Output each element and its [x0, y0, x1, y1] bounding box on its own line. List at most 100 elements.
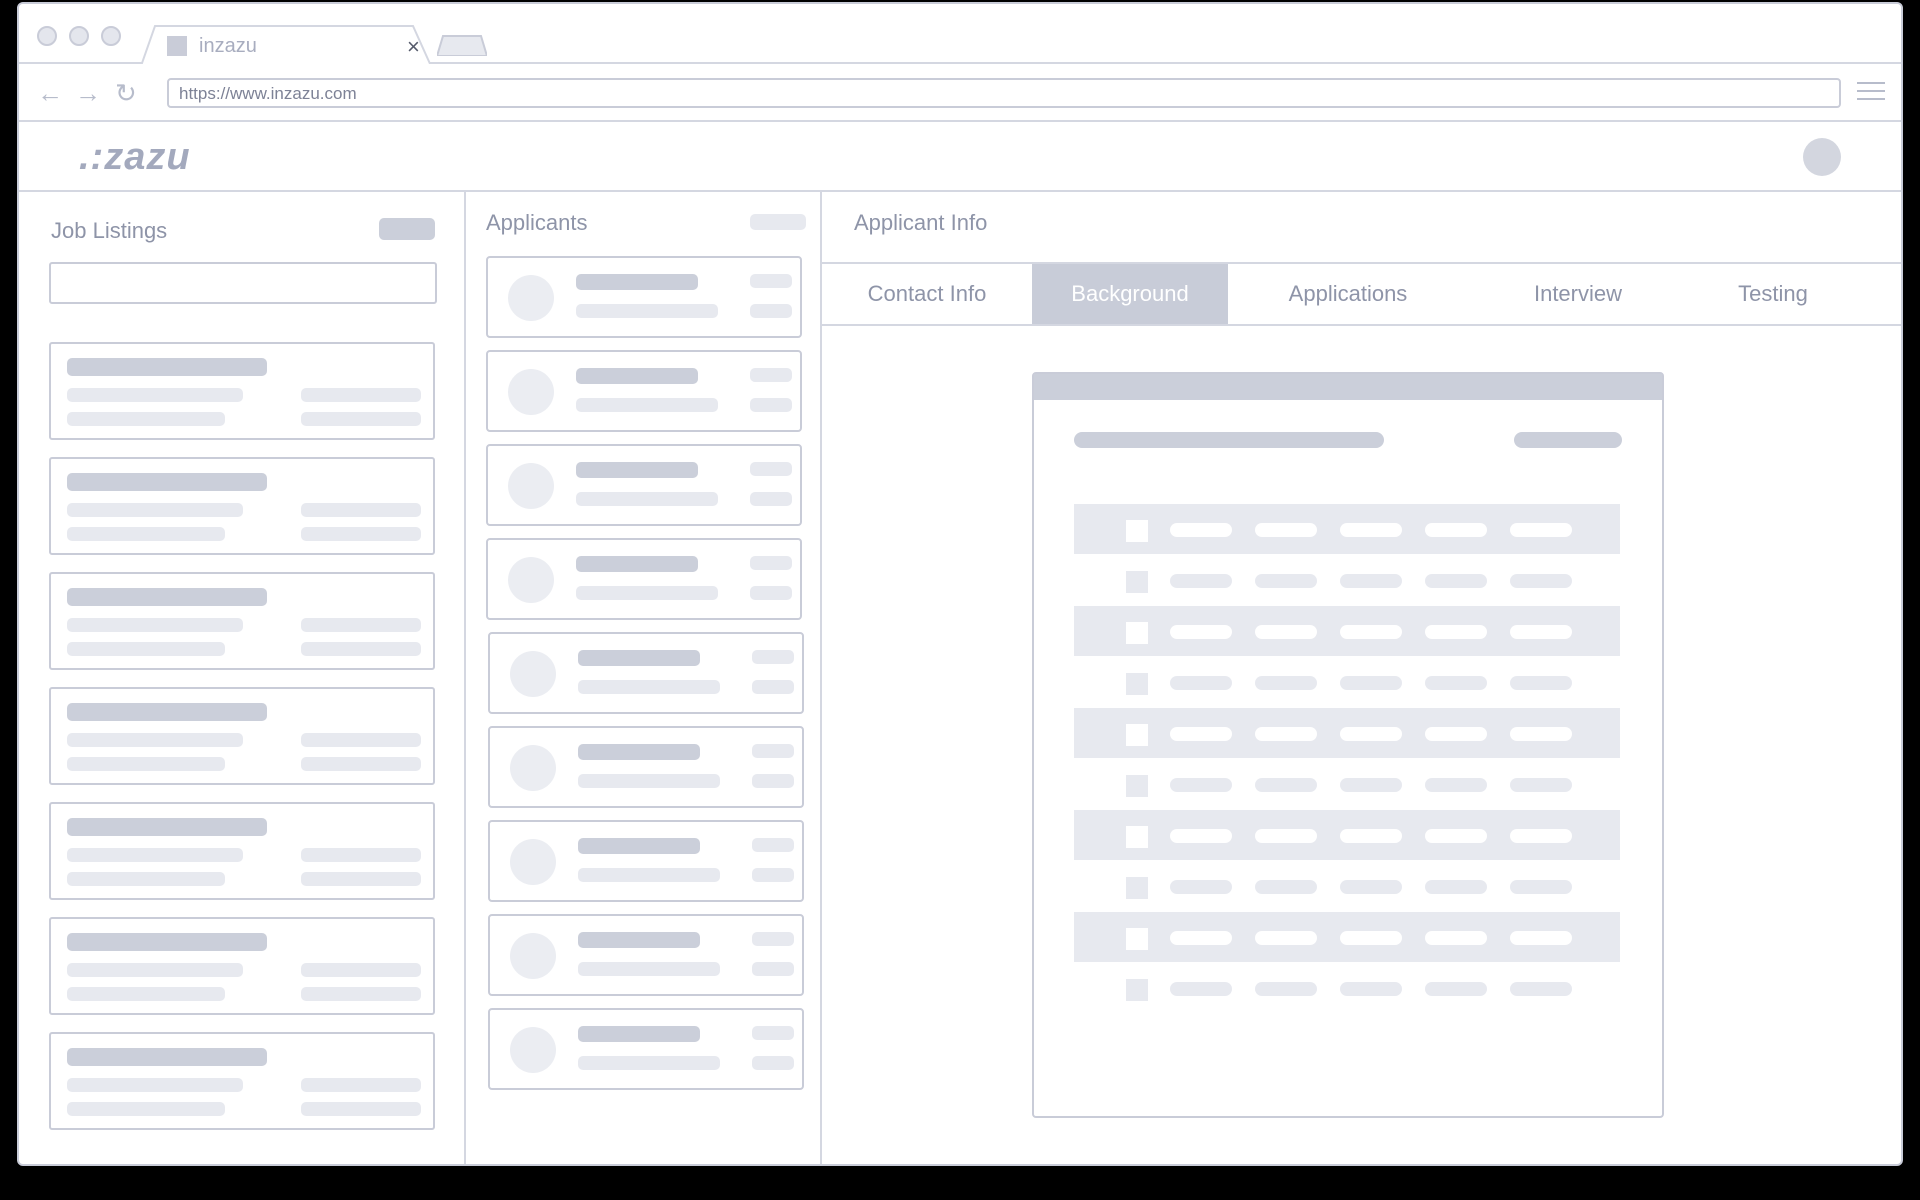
table-cell-placeholder — [1340, 574, 1402, 588]
applicant-info-panel: Applicant Info Contact Info Background A… — [822, 192, 1901, 1164]
table-cell-placeholder — [1510, 829, 1572, 843]
row-checkbox[interactable] — [1126, 673, 1148, 695]
tab-background[interactable]: Background — [1032, 264, 1228, 324]
job-title-placeholder — [67, 473, 267, 491]
table-cell-placeholder — [1255, 625, 1317, 639]
tab-applications[interactable]: Applications — [1228, 264, 1468, 324]
window-maximize-dot[interactable] — [101, 26, 121, 46]
row-checkbox[interactable] — [1126, 571, 1148, 593]
applicant-detail-placeholder — [578, 774, 720, 788]
table-cell-placeholder — [1170, 625, 1232, 639]
job-title-placeholder — [67, 1048, 267, 1066]
applicants-panel: Applicants — [466, 192, 822, 1164]
row-checkbox[interactable] — [1126, 877, 1148, 899]
job-listing-card[interactable] — [49, 342, 435, 440]
address-bar: ← → ↻ https://www.inzazu.com — [19, 64, 1901, 122]
arrow-left-icon[interactable]: ← — [37, 78, 63, 109]
table-cell-placeholder — [1170, 778, 1232, 792]
table-cell-placeholder — [1510, 727, 1572, 741]
job-listing-card[interactable] — [49, 917, 435, 1015]
table-row — [1074, 657, 1620, 707]
job-listing-card[interactable] — [49, 457, 435, 555]
arrow-right-icon[interactable]: → — [75, 78, 101, 109]
applicant-name-placeholder — [578, 932, 700, 948]
table-cell-placeholder — [1510, 523, 1572, 537]
new-tab-button[interactable] — [437, 34, 487, 56]
applicant-meta-placeholder — [752, 744, 794, 758]
applicant-meta-placeholder — [750, 462, 792, 476]
applicant-card[interactable] — [488, 1008, 804, 1090]
window-minimize-dot[interactable] — [69, 26, 89, 46]
job-title-placeholder — [67, 703, 267, 721]
applicant-avatar — [508, 275, 554, 321]
avatar[interactable] — [1803, 138, 1841, 176]
applicant-meta-placeholder — [752, 838, 794, 852]
table-cell-placeholder — [1510, 982, 1572, 996]
table-cell-placeholder — [1425, 931, 1487, 945]
tab-contact-info[interactable]: Contact Info — [822, 264, 1032, 324]
row-checkbox[interactable] — [1126, 979, 1148, 1001]
job-listings-action-button[interactable] — [379, 218, 435, 240]
applicant-avatar — [510, 1027, 556, 1073]
job-meta-placeholder — [301, 733, 421, 747]
table-cell-placeholder — [1255, 982, 1317, 996]
job-listing-card[interactable] — [49, 572, 435, 670]
window-close-dot[interactable] — [37, 26, 57, 46]
tab-interview[interactable]: Interview — [1468, 264, 1688, 324]
applicant-card[interactable] — [488, 632, 804, 714]
row-checkbox[interactable] — [1126, 826, 1148, 848]
table-cell-placeholder — [1425, 778, 1487, 792]
table-row — [1074, 606, 1620, 656]
job-listing-card[interactable] — [49, 687, 435, 785]
job-meta-placeholder — [301, 388, 421, 402]
job-meta-placeholder — [301, 412, 421, 426]
applicant-meta-placeholder — [752, 932, 794, 946]
job-title-placeholder — [67, 818, 267, 836]
table-cell-placeholder — [1340, 523, 1402, 537]
table-cell-placeholder — [1255, 931, 1317, 945]
table-row — [1074, 708, 1620, 758]
applicant-card[interactable] — [486, 538, 802, 620]
applicant-card[interactable] — [488, 914, 804, 996]
table-cell-placeholder — [1340, 625, 1402, 639]
applicant-meta-placeholder — [750, 398, 792, 412]
applicant-name-placeholder — [576, 368, 698, 384]
applicant-card[interactable] — [488, 726, 804, 808]
table-row — [1074, 504, 1620, 554]
row-checkbox[interactable] — [1126, 724, 1148, 746]
table-cell-placeholder — [1255, 778, 1317, 792]
tab-testing[interactable]: Testing — [1688, 264, 1858, 324]
applicant-card[interactable] — [486, 350, 802, 432]
applicants-action-button[interactable] — [750, 214, 806, 230]
table-cell-placeholder — [1255, 574, 1317, 588]
applicant-card[interactable] — [486, 256, 802, 338]
applicant-name-placeholder — [578, 650, 700, 666]
row-checkbox[interactable] — [1126, 928, 1148, 950]
row-checkbox[interactable] — [1126, 775, 1148, 797]
applicant-meta-placeholder — [750, 586, 792, 600]
job-meta-placeholder — [301, 503, 421, 517]
hamburger-menu-icon[interactable] — [1857, 82, 1885, 102]
applicant-name-placeholder — [576, 274, 698, 290]
table-cell-placeholder — [1170, 523, 1232, 537]
reload-icon[interactable]: ↻ — [115, 78, 137, 109]
row-checkbox[interactable] — [1126, 520, 1148, 542]
table-cell-placeholder — [1255, 727, 1317, 741]
applicant-meta-placeholder — [750, 556, 792, 570]
applicant-meta-placeholder — [752, 774, 794, 788]
job-listing-card[interactable] — [49, 802, 435, 900]
job-listings-title: Job Listings — [51, 218, 168, 243]
background-document — [1032, 372, 1664, 1118]
applicant-card[interactable] — [486, 444, 802, 526]
applicant-meta-placeholder — [750, 274, 792, 288]
url-input[interactable]: https://www.inzazu.com — [167, 78, 1841, 108]
row-checkbox[interactable] — [1126, 622, 1148, 644]
close-icon[interactable]: × — [407, 34, 420, 60]
job-detail-placeholder — [67, 987, 225, 1001]
applicant-card[interactable] — [488, 820, 804, 902]
applicant-info-title: Applicant Info — [854, 210, 988, 235]
job-listing-card[interactable] — [49, 1032, 435, 1130]
job-title-placeholder — [67, 933, 267, 951]
table-cell-placeholder — [1255, 829, 1317, 843]
job-search-input[interactable] — [49, 262, 437, 304]
